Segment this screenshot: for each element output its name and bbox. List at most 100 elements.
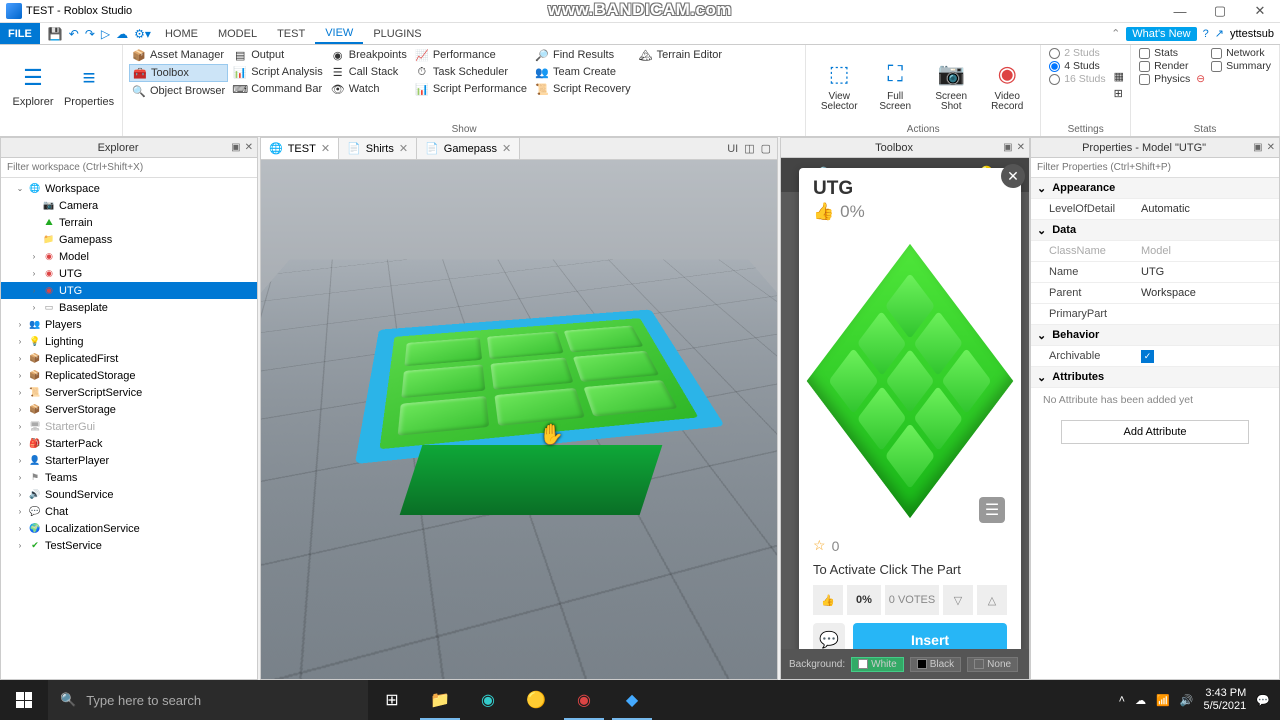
- tree-node-gamepass[interactable]: 📁Gamepass: [1, 231, 257, 248]
- tab-close-icon[interactable]: ✕: [399, 142, 408, 155]
- redo-icon[interactable]: ↷: [85, 27, 95, 41]
- tray-wifi-icon[interactable]: 📶: [1156, 694, 1170, 707]
- tab-close-icon[interactable]: ✕: [502, 142, 511, 155]
- user-label[interactable]: yttestsub: [1230, 28, 1274, 40]
- stats-network[interactable]: Network: [1209, 47, 1273, 59]
- watch-button[interactable]: 👁Watch: [328, 81, 410, 97]
- maximize-button[interactable]: ▢: [1200, 0, 1240, 23]
- data-category[interactable]: ⌄Data: [1031, 220, 1279, 241]
- bg-black-option[interactable]: Black: [910, 657, 961, 672]
- stats-render[interactable]: Render: [1137, 60, 1207, 72]
- tree-node-workspace[interactable]: ⌄🌐Workspace: [1, 180, 257, 197]
- tree-node-localizationservice[interactable]: ›🌍LocalizationService: [1, 520, 257, 537]
- tab-close-icon[interactable]: ✕: [321, 142, 330, 155]
- team-create-button[interactable]: 👥Team Create: [532, 64, 634, 80]
- stats-physics[interactable]: Physics⊖: [1137, 73, 1207, 85]
- tree-node-serverscriptservice[interactable]: ›📜ServerScriptService: [1, 384, 257, 401]
- tab-plugins[interactable]: PLUGINS: [363, 23, 431, 44]
- grid-4-studs[interactable]: 4 Studs: [1047, 60, 1107, 72]
- undock-icon[interactable]: ▣: [1003, 142, 1012, 153]
- grid-icon-2[interactable]: ⊞: [1114, 87, 1124, 100]
- minimize-button[interactable]: —: [1160, 0, 1200, 23]
- doc-tab-test[interactable]: 🌐TEST✕: [261, 138, 339, 159]
- undock-icon[interactable]: ▣: [1253, 142, 1262, 153]
- tree-node-serverstorage[interactable]: ›📦ServerStorage: [1, 401, 257, 418]
- panel-close-icon[interactable]: ✕: [245, 142, 253, 153]
- doc-tab-shirts[interactable]: 📄Shirts✕: [339, 138, 417, 159]
- tree-node-baseplate[interactable]: ›▭Baseplate: [1, 299, 257, 316]
- video-record-button[interactable]: ◉Video Record: [980, 47, 1034, 123]
- roblox-taskbar[interactable]: ◆: [608, 680, 656, 720]
- terrain-editor-button[interactable]: 🏔Terrain Editor: [636, 47, 725, 63]
- collapse-ribbon-icon[interactable]: ⌃: [1111, 27, 1120, 40]
- whats-new-button[interactable]: What's New: [1126, 27, 1196, 41]
- tray-volume-icon[interactable]: 🔊: [1180, 694, 1194, 707]
- qat-cloud-icon[interactable]: ☁: [116, 27, 128, 41]
- prop-parent[interactable]: ParentWorkspace: [1031, 283, 1279, 304]
- bg-white-option[interactable]: White: [851, 657, 904, 672]
- tab-test[interactable]: TEST: [267, 23, 315, 44]
- tree-node-starterpack[interactable]: ›🎒StarterPack: [1, 435, 257, 452]
- file-menu[interactable]: FILE: [0, 23, 40, 44]
- tree-node-camera[interactable]: 📷Camera: [1, 197, 257, 214]
- prop-archivable[interactable]: Archivable✓: [1031, 346, 1279, 367]
- stats-stats[interactable]: Stats: [1137, 47, 1207, 59]
- asset-manager-button[interactable]: 📦Asset Manager: [129, 47, 228, 63]
- tray-cloud-icon[interactable]: ☁: [1135, 694, 1146, 707]
- explorer-button[interactable]: ☰Explorer: [6, 47, 60, 123]
- taskbar-clock[interactable]: 3:43 PM5/5/2021: [1203, 687, 1246, 713]
- properties-button[interactable]: ≡Properties: [62, 47, 116, 123]
- appearance-category[interactable]: ⌄Appearance: [1031, 178, 1279, 199]
- task-scheduler-button[interactable]: ⏱Task Scheduler: [412, 64, 530, 80]
- grid-16-studs[interactable]: 16 Studs: [1047, 73, 1107, 85]
- tree-node-utg[interactable]: ›◉UTG: [1, 282, 257, 299]
- card-close-button[interactable]: ✕: [1001, 164, 1025, 188]
- doc-tab-gamepass[interactable]: 📄Gamepass✕: [417, 138, 520, 159]
- command-bar-button[interactable]: ⌨Command Bar: [230, 81, 326, 97]
- tree-node-teams[interactable]: ›⚑Teams: [1, 469, 257, 486]
- file-explorer-taskbar[interactable]: 📁: [416, 680, 464, 720]
- grid-2-studs[interactable]: 2 Studs: [1047, 47, 1107, 59]
- view-single-icon[interactable]: ▢: [761, 142, 771, 155]
- tab-view[interactable]: VIEW: [315, 23, 363, 44]
- tree-node-replicatedstorage[interactable]: ›📦ReplicatedStorage: [1, 367, 257, 384]
- panel-close-icon[interactable]: ✕: [1267, 142, 1275, 153]
- panel-close-icon[interactable]: ✕: [1017, 142, 1025, 153]
- help-icon[interactable]: ?: [1203, 28, 1209, 40]
- taskbar-search[interactable]: 🔍Type here to search: [48, 680, 368, 720]
- prop-classname[interactable]: ClassNameModel: [1031, 241, 1279, 262]
- explorer-filter-input[interactable]: [1, 158, 257, 178]
- asset-menu-button[interactable]: ☰: [979, 497, 1005, 523]
- undock-icon[interactable]: ▣: [231, 142, 240, 153]
- view-selector-button[interactable]: ⬚View Selector: [812, 47, 866, 123]
- close-button[interactable]: ✕: [1240, 0, 1280, 23]
- call-stack-button[interactable]: ☰Call Stack: [328, 64, 410, 80]
- view-split-icon[interactable]: ◫: [744, 142, 754, 155]
- grid-icon[interactable]: ▦: [1114, 70, 1124, 83]
- screen-shot-button[interactable]: 📷Screen Shot: [924, 47, 978, 123]
- find-results-button[interactable]: 🔎Find Results: [532, 47, 634, 63]
- prop-primarypart[interactable]: PrimaryPart: [1031, 304, 1279, 325]
- ui-toggle[interactable]: UI: [727, 143, 738, 155]
- notifications-icon[interactable]: 💬: [1256, 694, 1270, 707]
- qat-settings-icon[interactable]: ⚙▾: [134, 27, 151, 41]
- start-button[interactable]: [0, 680, 48, 720]
- tray-chevron-icon[interactable]: ˄: [1119, 694, 1125, 706]
- tree-node-startergui[interactable]: ›🖥StarterGui: [1, 418, 257, 435]
- tree-node-starterplayer[interactable]: ›👤StarterPlayer: [1, 452, 257, 469]
- tab-model[interactable]: MODEL: [208, 23, 267, 44]
- explorer-tree[interactable]: ⌄🌐Workspace📷Camera⛰Terrain📁Gamepass›◉Mod…: [1, 178, 257, 679]
- output-button[interactable]: ▤Output: [230, 47, 326, 63]
- object-browser-button[interactable]: 🔍Object Browser: [129, 83, 228, 99]
- 3d-viewport[interactable]: ✋: [261, 160, 777, 679]
- toolbox-button[interactable]: 🧰Toolbox: [129, 64, 228, 82]
- stats-summary[interactable]: Summary: [1209, 60, 1273, 72]
- script-analysis-button[interactable]: 📊Script Analysis: [230, 64, 326, 80]
- tree-node-players[interactable]: ›👥Players: [1, 316, 257, 333]
- breakpoints-button[interactable]: ◉Breakpoints: [328, 47, 410, 63]
- tree-node-chat[interactable]: ›💬Chat: [1, 503, 257, 520]
- attributes-category[interactable]: ⌄Attributes: [1031, 367, 1279, 388]
- chrome-taskbar[interactable]: 🟡: [512, 680, 560, 720]
- thumb-up-button[interactable]: 👍: [813, 585, 843, 615]
- full-screen-button[interactable]: ⛶Full Screen: [868, 47, 922, 123]
